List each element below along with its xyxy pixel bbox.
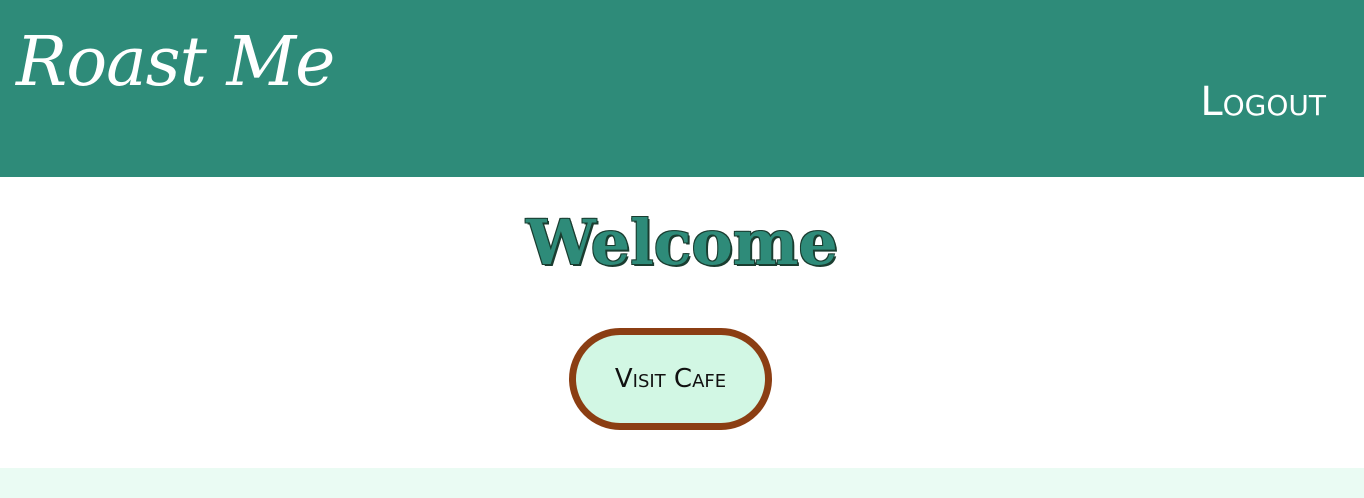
logout-link[interactable]: Logout [1200, 80, 1326, 124]
main-content: Welcome Visit Cafe [0, 177, 1364, 468]
top-header: Roast Me Logout [0, 0, 1364, 177]
brand-logo[interactable]: Roast Me [16, 25, 335, 101]
welcome-heading: Welcome [526, 206, 838, 279]
visit-cafe-button[interactable]: Visit Cafe [569, 328, 772, 430]
footer-bar [0, 468, 1364, 498]
